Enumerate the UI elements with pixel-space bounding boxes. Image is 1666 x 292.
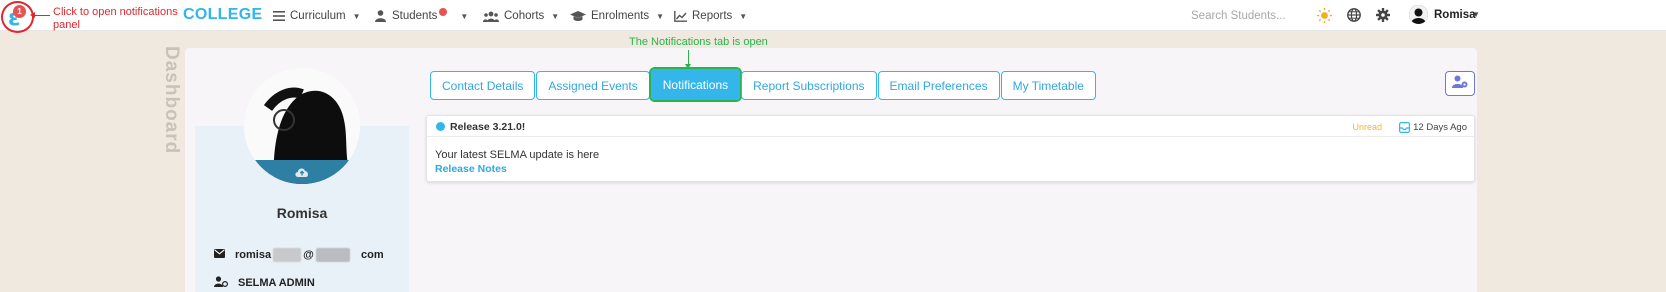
chevron-down-icon: ▼ bbox=[352, 11, 361, 21]
brand-title[interactable]: COLLEGE bbox=[183, 6, 262, 24]
chart-line-icon bbox=[674, 10, 687, 22]
nav-students[interactable]: Students ▼ bbox=[374, 8, 468, 24]
students-alert-dot bbox=[439, 8, 448, 16]
users-icon bbox=[483, 10, 499, 22]
annotation-notifications-hint: Click to open notifications panel bbox=[53, 6, 178, 31]
inbox-icon bbox=[1399, 120, 1411, 138]
tab-report-subscriptions[interactable]: Report Subscriptions bbox=[741, 71, 877, 100]
envelope-icon bbox=[214, 249, 225, 261]
notification-title: Release 3.21.0! bbox=[450, 121, 526, 133]
photo-upload-bar[interactable] bbox=[244, 160, 360, 184]
annotation-arrow-red bbox=[30, 12, 50, 18]
graduation-cap-icon bbox=[570, 10, 586, 22]
tab-my-timetable[interactable]: My Timetable bbox=[1000, 71, 1096, 100]
nav-cohorts-label: Cohorts bbox=[504, 10, 545, 22]
email-redacted-part bbox=[315, 248, 350, 262]
tab-assigned-events[interactable]: Assigned Events bbox=[536, 71, 650, 100]
list-icon bbox=[272, 10, 285, 22]
nav-curriculum[interactable]: Curriculum ▼ bbox=[272, 8, 361, 24]
sun-icon[interactable] bbox=[1317, 8, 1332, 28]
nav-curriculum-label: Curriculum bbox=[290, 10, 346, 22]
cloud-upload-icon bbox=[294, 165, 310, 183]
annotation-tab-hint: The Notifications tab is open bbox=[629, 36, 768, 48]
email-redacted-part bbox=[273, 248, 302, 262]
nav-enrolments-label: Enrolments bbox=[591, 10, 650, 22]
profile-name: Romisa bbox=[276, 205, 328, 221]
dashboard-side-label[interactable]: Dashboard bbox=[161, 46, 182, 156]
nav-reports-label: Reports bbox=[692, 10, 733, 22]
user-settings-button[interactable] bbox=[1445, 71, 1475, 96]
notification-body: Your latest SELMA update is here bbox=[435, 149, 600, 161]
search-students-input[interactable] bbox=[1191, 7, 1311, 24]
chevron-down-icon: ▼ bbox=[656, 11, 665, 21]
tab-notifications[interactable]: Notifications bbox=[648, 67, 743, 102]
profile-role: SELMA ADMIN bbox=[238, 277, 315, 289]
profile-email: romisa @ com bbox=[235, 248, 384, 262]
chevron-down-icon: ▼ bbox=[551, 11, 560, 21]
nav-cohorts[interactable]: Cohorts ▼ bbox=[483, 8, 559, 24]
nav-reports[interactable]: Reports ▼ bbox=[674, 8, 747, 24]
profile-email-row: romisa @ com bbox=[214, 248, 384, 262]
notification-status: Unread bbox=[1352, 122, 1382, 132]
user-menu-name[interactable]: Romisa bbox=[1434, 9, 1476, 21]
notification-header: Release 3.21.0! Unread 12 Days Ago bbox=[427, 116, 1474, 137]
tab-email-preferences[interactable]: Email Preferences bbox=[877, 71, 1000, 100]
user-cog-icon bbox=[1452, 75, 1468, 93]
globe-icon[interactable] bbox=[1347, 8, 1361, 27]
release-notes-link[interactable]: Release Notes bbox=[435, 163, 507, 175]
notification-time: 12 Days Ago bbox=[1413, 122, 1467, 133]
user-role-icon bbox=[214, 276, 229, 290]
notification-unread-dot bbox=[436, 122, 445, 131]
chevron-down-icon: ▼ bbox=[460, 11, 469, 21]
chevron-down-icon[interactable]: ▼ bbox=[1472, 10, 1480, 19]
profile-photo bbox=[244, 68, 360, 184]
dashboard-label-text: Dashboard bbox=[161, 46, 182, 155]
tab-contact-details[interactable]: Contact Details bbox=[430, 71, 536, 100]
notification-count-badge: 1 bbox=[13, 5, 26, 18]
annotation-arrow-green bbox=[685, 50, 691, 69]
top-navbar: ε 1 Click to open notifications panel CO… bbox=[0, 0, 1666, 33]
gear-icon[interactable] bbox=[1376, 8, 1390, 27]
nav-students-label: Students bbox=[392, 10, 438, 22]
notification-card[interactable]: Release 3.21.0! Unread 12 Days Ago Your … bbox=[426, 115, 1475, 182]
nav-enrolments[interactable]: Enrolments ▼ bbox=[570, 8, 664, 24]
profile-role-row: SELMA ADMIN bbox=[214, 276, 315, 290]
user-avatar[interactable] bbox=[1409, 5, 1428, 24]
profile-tabs: Contact Details Assigned Events Notifica… bbox=[430, 67, 1097, 102]
person-icon bbox=[374, 10, 387, 22]
chevron-down-icon: ▼ bbox=[739, 11, 748, 21]
